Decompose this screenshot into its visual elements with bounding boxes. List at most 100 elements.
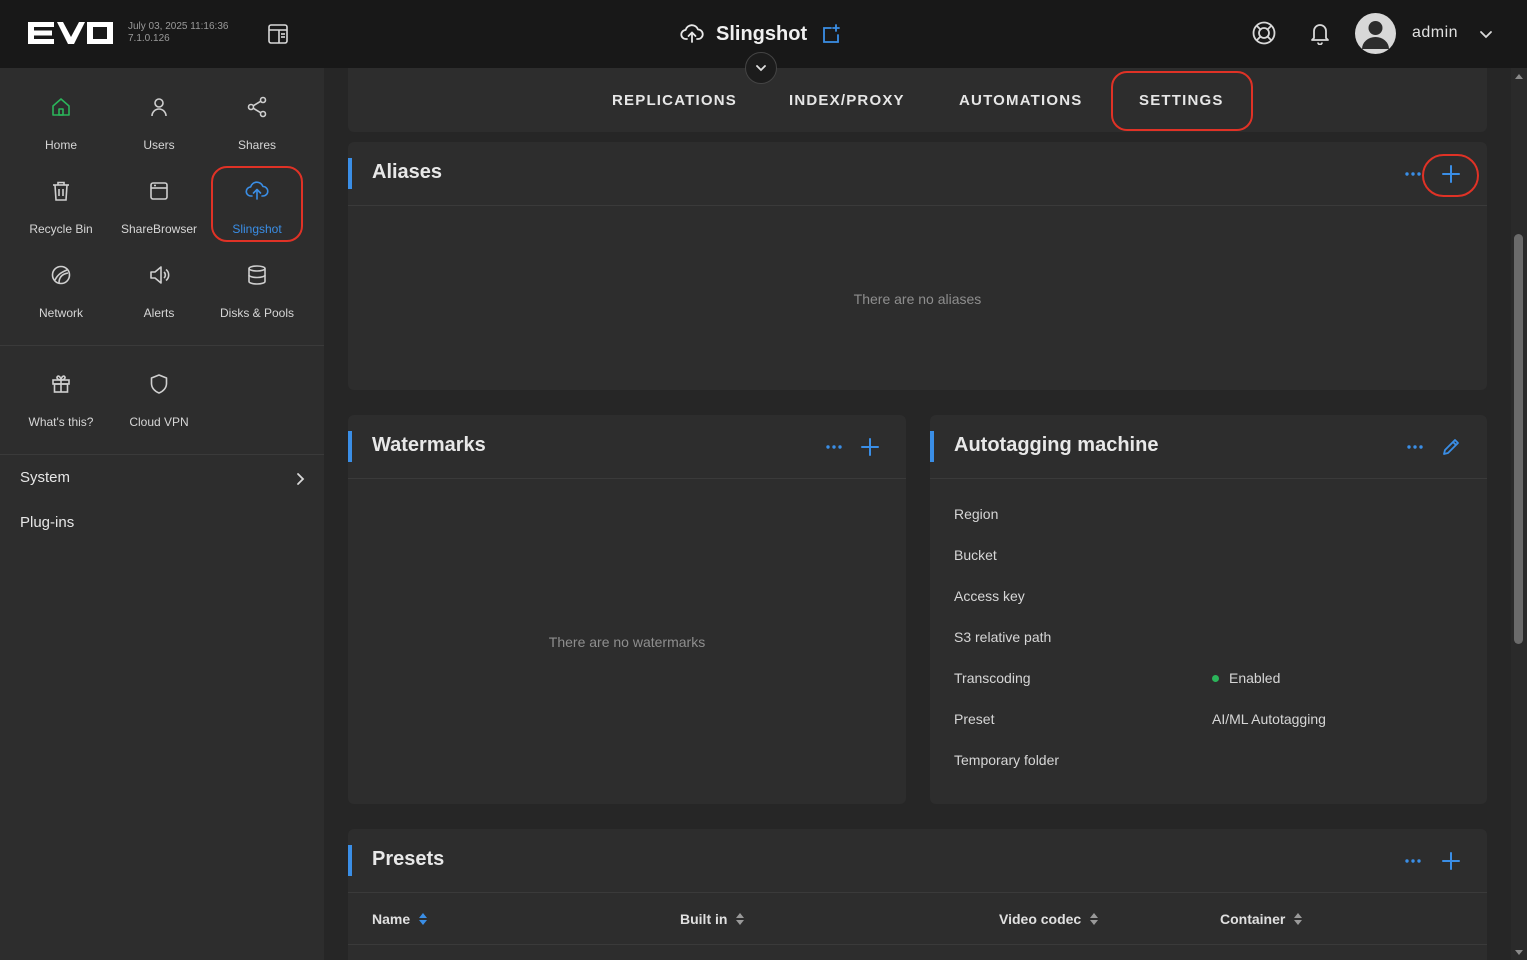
bell-icon (1311, 24, 1329, 45)
column-header-video-codec[interactable]: Video codec (999, 911, 1099, 927)
sidebar-item-sharebrowser[interactable]: ShareBrowser (110, 166, 208, 238)
system-expand[interactable] (293, 472, 307, 486)
user-name[interactable]: admin (1412, 24, 1458, 42)
chevron-down-icon (756, 65, 766, 72)
sidebar-item-label: Network (38, 306, 83, 320)
watermarks-more-button[interactable] (825, 439, 843, 455)
aliases-add-button[interactable] (1441, 164, 1461, 184)
aliases-card: Aliases There are no aliases (348, 142, 1487, 390)
presets-card: Presets Name Built in Video codec Contai… (348, 829, 1487, 960)
sidebar-divider (0, 454, 324, 455)
tab-automations[interactable]: AUTOMATIONS (959, 92, 1082, 109)
plus-icon (1442, 165, 1460, 183)
collapse-header-button[interactable] (745, 52, 777, 84)
accent-bar (348, 845, 352, 876)
autotagging-more-button[interactable] (1406, 439, 1424, 455)
build-info: July 03, 2025 11:16:36 7.1.0.126 (128, 21, 228, 45)
panels-toggle-button[interactable] (266, 22, 290, 46)
preset-value: AI/ML Autotagging (1212, 711, 1326, 727)
sidebar-item-whats-this[interactable]: What's this? (12, 359, 110, 431)
sidebar: Home Users Shares Recycle Bin ShareBrows… (0, 68, 324, 960)
scroll-down-arrow[interactable] (1514, 947, 1524, 957)
region-label: Region (954, 506, 999, 522)
sort-icon (1294, 913, 1303, 925)
sidebar-item-label: Users (143, 138, 175, 152)
more-horizontal-icon (1407, 445, 1423, 449)
scroll-down-icon (1515, 950, 1523, 955)
tab-index-proxy[interactable]: INDEX/PROXY (789, 92, 905, 109)
aliases-empty-message: There are no aliases (853, 291, 982, 307)
sidebar-item-shares[interactable]: Shares (208, 82, 306, 154)
app-title: Slingshot (680, 20, 841, 48)
plus-icon (861, 438, 879, 456)
scrollbar-thumb[interactable] (1514, 234, 1523, 644)
transcoding-value: Enabled (1212, 670, 1280, 686)
status-dot (1212, 674, 1219, 682)
sidebar-divider (0, 345, 324, 346)
more-horizontal-icon (1405, 172, 1421, 176)
chevron-down-icon (1480, 31, 1492, 39)
sidebar-item-label: What's this? (28, 415, 94, 429)
database-icon (248, 265, 266, 285)
autotagging-edit-button[interactable] (1441, 437, 1461, 457)
sidebar-item-alerts[interactable]: Alerts (110, 250, 208, 322)
column-header-container[interactable]: Container (1220, 911, 1303, 927)
plus-icon (1442, 852, 1460, 870)
avatar-person-icon (1362, 21, 1389, 49)
watermarks-add-button[interactable] (860, 437, 880, 457)
column-header-label: Container (1220, 911, 1286, 927)
presets-header: Presets (348, 829, 1487, 893)
sidebar-item-label: Shares (237, 138, 277, 152)
open-external-icon[interactable] (819, 23, 841, 45)
column-header-built-in[interactable]: Built in (680, 911, 745, 927)
scroll-up-arrow[interactable] (1514, 72, 1524, 82)
user-menu-chevron[interactable] (1478, 26, 1494, 42)
user-icon (151, 98, 167, 117)
chevron-right-icon (297, 473, 305, 485)
lifebuoy-icon (1252, 21, 1276, 45)
notifications-button[interactable] (1309, 21, 1331, 45)
sidebar-item-disks-pools[interactable]: Disks & Pools (208, 250, 306, 322)
temporary-folder-label: Temporary folder (954, 752, 1060, 768)
sidebar-item-users[interactable]: Users (110, 82, 208, 154)
sidebar-item-label: Home (44, 138, 77, 152)
evo-logo[interactable] (28, 22, 113, 44)
aliases-more-button[interactable] (1404, 166, 1422, 182)
sidebar-item-label: ShareBrowser (120, 222, 198, 236)
more-horizontal-icon (1405, 859, 1421, 863)
sidebar-item-system[interactable]: System (20, 469, 70, 486)
bucket-label: Bucket (954, 547, 997, 563)
transcoding-status-text: Enabled (1229, 670, 1281, 686)
watermarks-title: Watermarks (372, 434, 486, 456)
column-header-name[interactable]: Name (372, 911, 428, 927)
user-avatar[interactable] (1355, 13, 1396, 54)
home-icon (52, 98, 70, 116)
sidebar-item-plugins[interactable]: Plug-ins (20, 514, 74, 531)
autotagging-title: Autotagging machine (954, 434, 1159, 456)
tab-settings[interactable]: SETTINGS (1139, 92, 1224, 109)
sidebar-item-label: Cloud VPN (129, 415, 189, 429)
presets-add-button[interactable] (1441, 851, 1461, 871)
sort-icon (1090, 913, 1099, 925)
tab-replications[interactable]: REPLICATIONS (612, 92, 737, 109)
sidebar-item-slingshot[interactable]: Slingshot (208, 166, 306, 238)
sidebar-item-recycle-bin[interactable]: Recycle Bin (12, 166, 110, 238)
sort-icon (419, 913, 428, 925)
accent-bar (930, 431, 934, 462)
panels-icon (268, 24, 288, 44)
aliases-header: Aliases (348, 142, 1487, 206)
presets-title: Presets (372, 848, 445, 870)
tab-bar: REPLICATIONS INDEX/PROXY AUTOMATIONS SET… (348, 68, 1487, 132)
presets-more-button[interactable] (1404, 853, 1422, 869)
network-icon (51, 265, 71, 285)
autotagging-header: Autotagging machine (930, 415, 1487, 479)
sidebar-item-home[interactable]: Home (12, 82, 110, 154)
help-button[interactable] (1251, 20, 1277, 46)
preset-label: Preset (954, 711, 995, 727)
watermarks-empty-message: There are no watermarks (548, 634, 706, 650)
sidebar-item-label: Recycle Bin (29, 222, 93, 236)
sidebar-item-network[interactable]: Network (12, 250, 110, 322)
cloud-upload-icon (680, 24, 704, 43)
sidebar-item-cloud-vpn[interactable]: Cloud VPN (110, 359, 208, 431)
autotagging-card: Autotagging machine Region Bucket Access… (930, 415, 1487, 804)
